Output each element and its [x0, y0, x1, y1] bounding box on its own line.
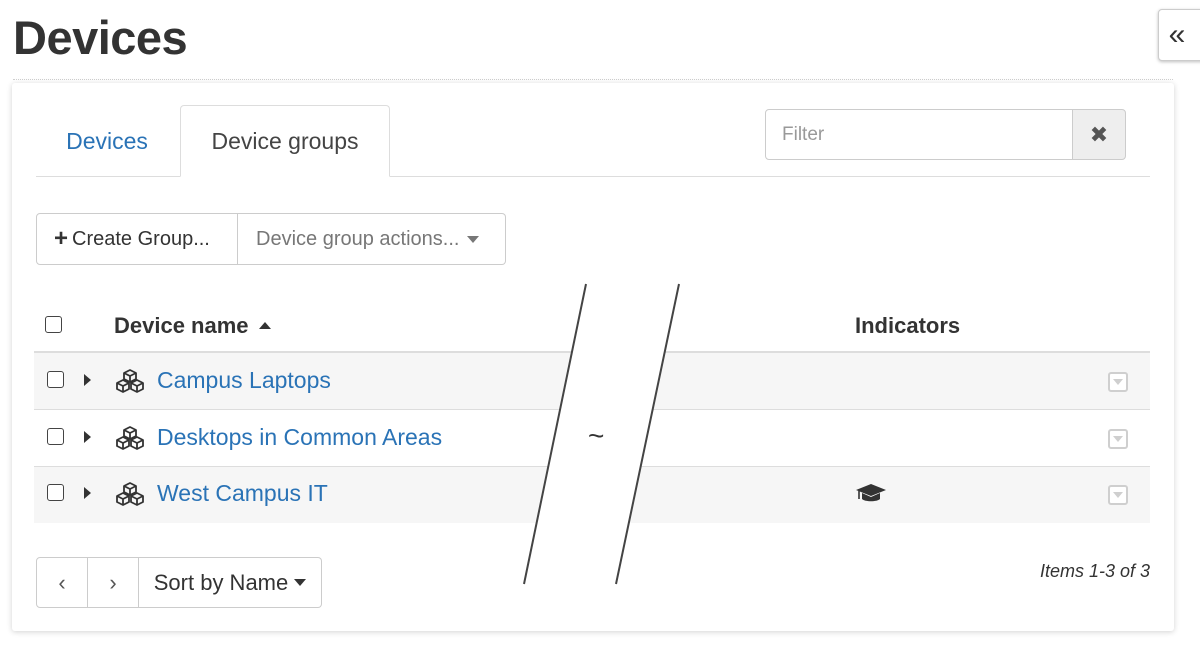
gap-marker: ~	[588, 420, 605, 451]
items-count: Items 1-3 of 3	[1039, 561, 1150, 581]
next-page-button[interactable]: ›	[88, 557, 139, 608]
sort-dropdown[interactable]: Sort by Name	[139, 557, 322, 608]
sort-label: Sort by Name	[153, 569, 289, 595]
chevron-right-icon: ›	[109, 569, 117, 595]
pagination: ‹ › Sort by Name	[36, 557, 322, 608]
column-break-marker	[523, 283, 680, 585]
caret-down-icon	[294, 579, 307, 586]
chevron-left-icon: ‹	[58, 569, 66, 595]
prev-page-button[interactable]: ‹	[36, 557, 88, 608]
